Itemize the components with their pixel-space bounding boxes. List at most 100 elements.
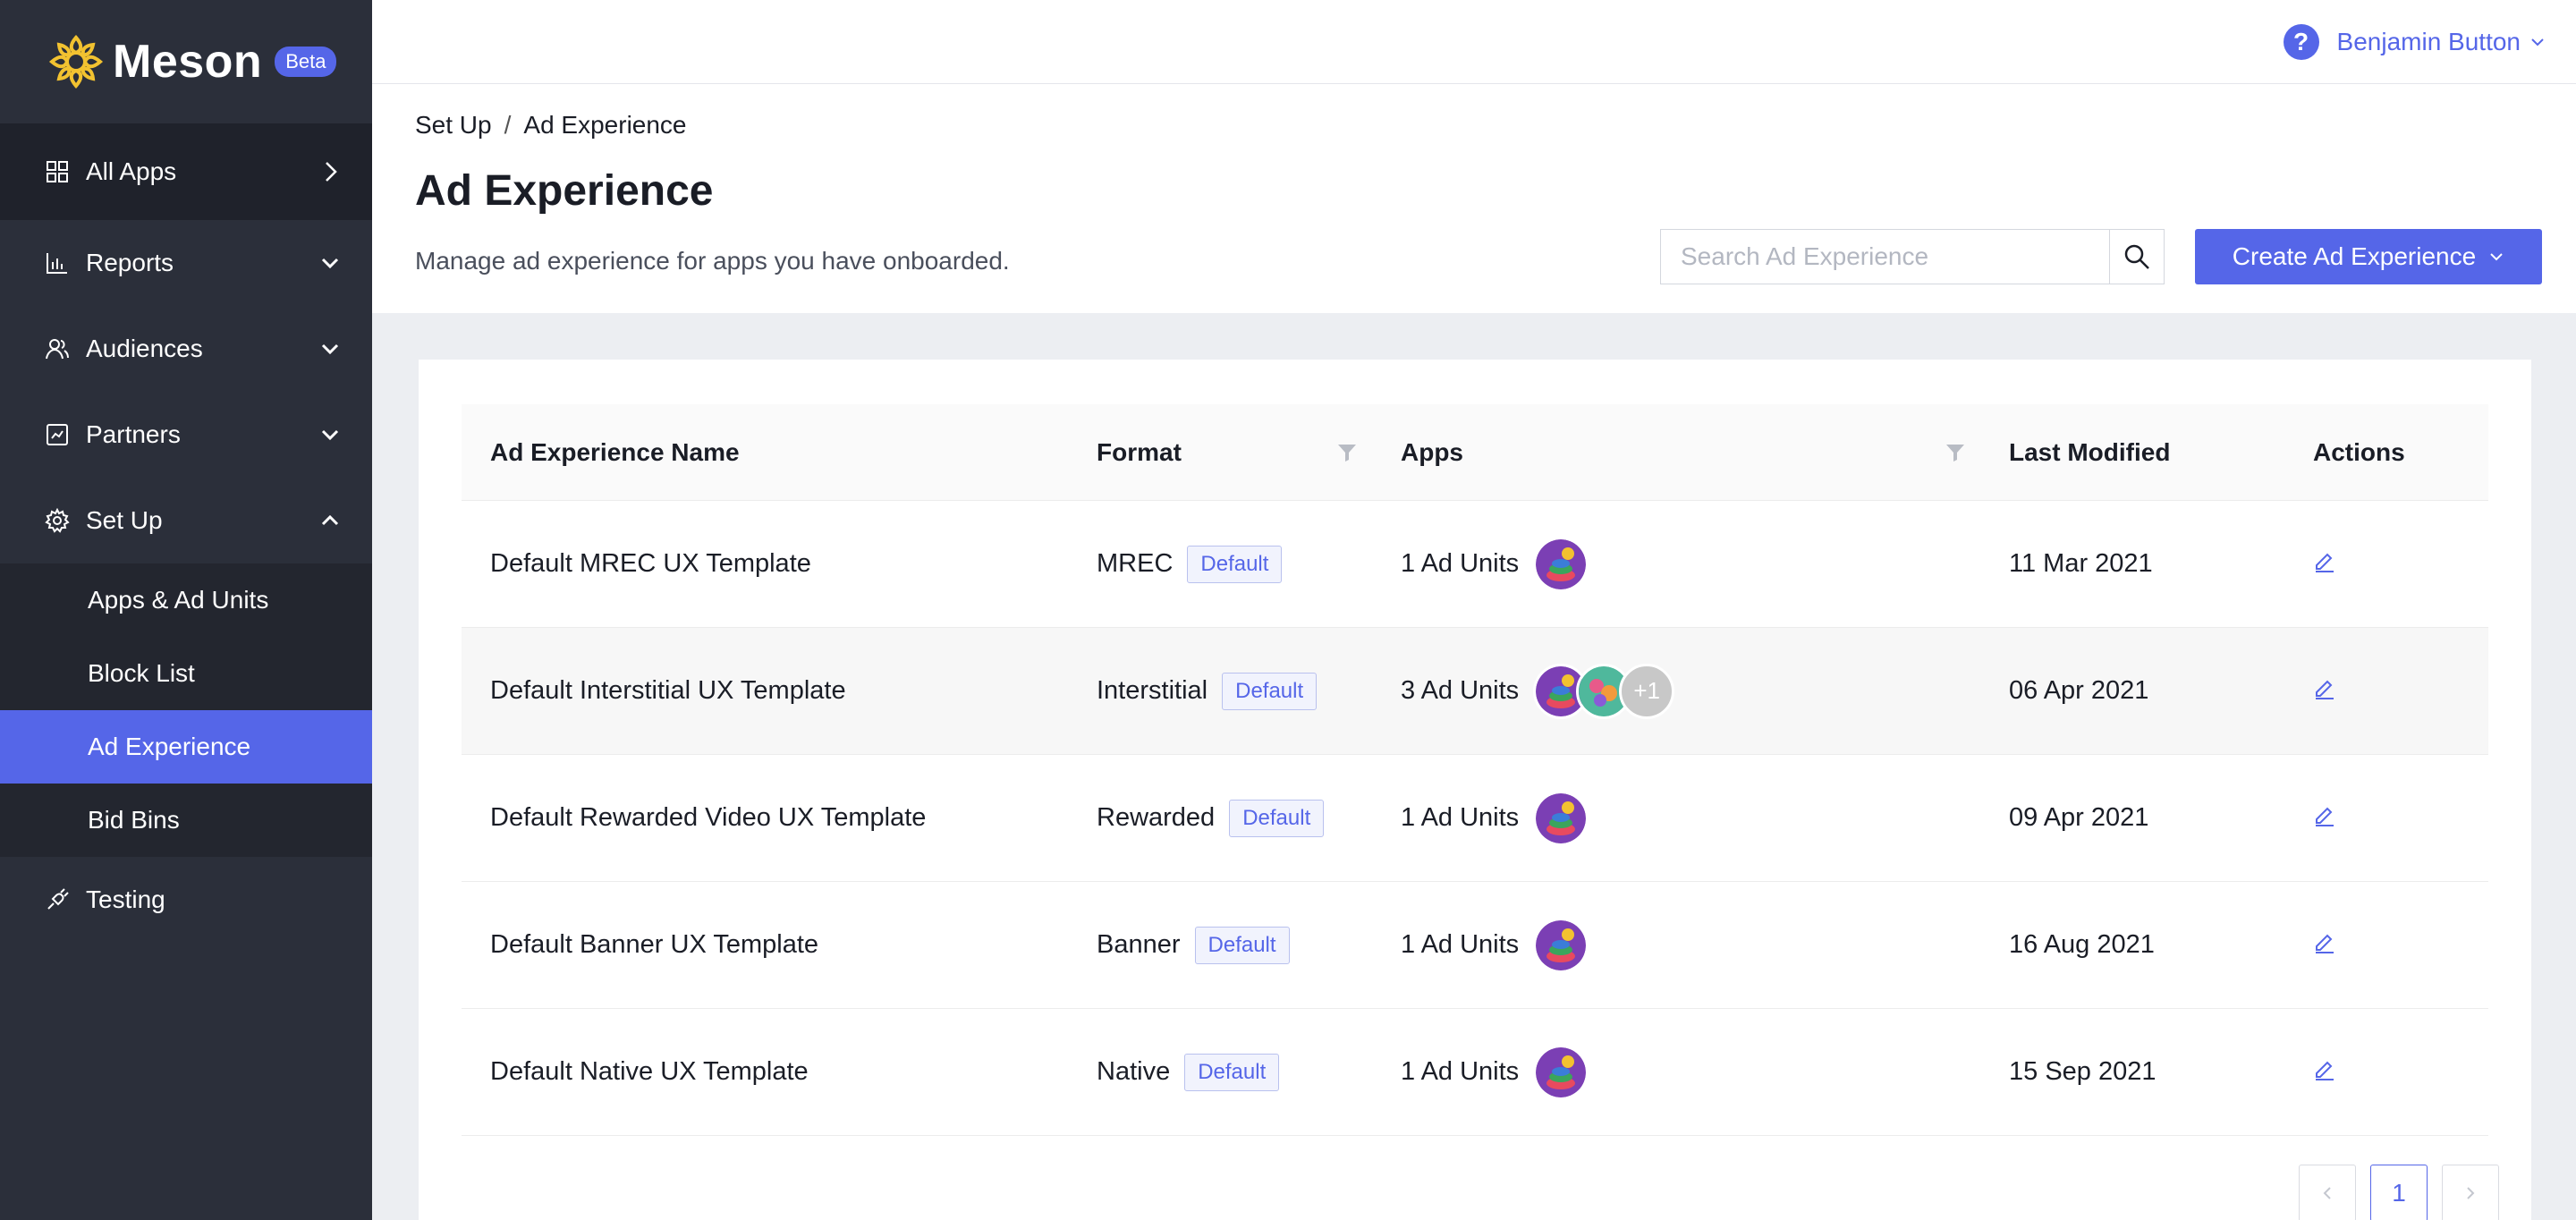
row-apps-cell: 1 Ad Units [1401,1044,1589,1100]
sidebar-item-testing[interactable]: Testing [0,857,372,943]
edit-icon[interactable] [2313,803,2336,826]
row-format: MREC [1097,549,1174,578]
row-apps-cell: 1 Ad Units [1401,917,1589,973]
sidebar-item-bid-bins[interactable]: Bid Bins [0,784,372,857]
row-format: Banner [1097,930,1181,959]
default-tag: Default [1229,799,1325,837]
app-avatar[interactable] [1533,790,1589,846]
row-actions [2313,676,2336,707]
brand-name: Meson [113,36,263,88]
table-row: Default Interstitial UX Template Interst… [462,628,2488,755]
users-icon [45,336,70,361]
more-apps-badge[interactable]: +1 [1619,663,1675,719]
sidebar-item-label: Set Up [86,506,163,534]
row-apps-cell: 3 Ad Units +1 [1401,663,1675,719]
filter-icon[interactable] [1945,442,1966,463]
bar-chart-icon [45,250,70,275]
app-avatar[interactable] [1533,536,1589,592]
col-header-format: Format [1097,437,1182,466]
row-apps-cell: 1 Ad Units [1401,790,1589,846]
search-icon [2124,244,2149,269]
ad-experience-table: Ad Experience Name Format Apps Last Modi… [462,404,2488,1136]
brand-logo[interactable]: Meson Beta [0,0,372,123]
beta-badge: Beta [275,47,337,77]
default-tag: Default [1184,1053,1280,1091]
sidebar-item-label: Audiences [86,335,203,362]
sidebar-item-apps-ad-units[interactable]: Apps & Ad Units [0,563,372,637]
row-actions [2313,803,2336,834]
help-icon[interactable]: ? [2283,23,2319,60]
row-format-cell: Native Default [1097,1053,1280,1091]
app-avatar[interactable] [1533,917,1589,973]
col-header-actions: Actions [2313,437,2405,466]
user-menu[interactable]: Benjamin Button [2337,28,2546,56]
row-format-cell: Rewarded Default [1097,799,1325,837]
row-last-modified: 09 Apr 2021 [2009,803,2149,832]
row-actions [2313,930,2336,961]
sidebar-item-label: Testing [86,885,165,913]
chevron-right-icon [326,162,337,182]
plug-icon [45,887,70,912]
breadcrumb-parent[interactable]: Set Up [415,111,492,139]
create-ad-experience-button[interactable]: Create Ad Experience [2195,229,2542,284]
table-header: Ad Experience Name Format Apps Last Modi… [462,404,2488,501]
sidebar-item-ad-experience[interactable]: Ad Experience [0,710,372,784]
row-last-modified: 16 Aug 2021 [2009,930,2155,959]
sidebar-item-all-apps[interactable]: All Apps [0,123,372,220]
row-last-modified: 15 Sep 2021 [2009,1057,2157,1086]
table-row: Default MREC UX Template MREC Default 1 A… [462,501,2488,628]
app-avatars [1533,1044,1589,1100]
default-tag: Default [1187,545,1283,583]
breadcrumb-separator: / [504,111,512,139]
chevron-down-icon [321,429,339,441]
table-row: Default Native UX Template Native Default… [462,1009,2488,1136]
app-avatars [1533,790,1589,846]
row-apps: 3 Ad Units [1401,676,1520,705]
edit-icon[interactable] [2313,676,2336,699]
row-apps: 1 Ad Units [1401,930,1520,959]
app-avatars [1533,536,1589,592]
chevron-left-icon [2323,1187,2331,1199]
page-number-button[interactable]: 1 [2370,1165,2428,1220]
prev-page-button[interactable] [2299,1165,2356,1220]
user-name: Benjamin Button [2336,27,2521,55]
grid-icon [45,159,70,184]
col-header-apps: Apps [1401,437,1463,466]
sidebar-item-audiences[interactable]: Audiences [0,306,372,392]
row-last-modified: 11 Mar 2021 [2009,549,2153,578]
chevron-down-icon [321,343,339,355]
row-format: Interstitial [1097,676,1208,705]
sidebar-item-set-up[interactable]: Set Up [0,478,372,563]
edit-icon[interactable] [2313,930,2336,953]
edit-icon[interactable] [2313,549,2336,572]
sidebar-item-reports[interactable]: Reports [0,220,372,306]
row-apps: 1 Ad Units [1401,549,1520,578]
row-format: Native [1097,1057,1171,1086]
chevron-down-icon [2531,38,2544,46]
create-button-label: Create Ad Experience [2232,242,2477,270]
filter-icon[interactable] [1336,442,1358,463]
app-avatars: +1 [1533,663,1675,719]
breadcrumb-current: Ad Experience [523,111,687,139]
page-subtitle: Manage ad experience for apps you have o… [415,247,1010,275]
table-row: Default Banner UX Template Banner Default… [462,882,2488,1009]
default-tag: Default [1194,926,1290,964]
edit-icon[interactable] [2313,1057,2336,1080]
search-button[interactable] [2109,229,2165,284]
meson-logo-icon [48,34,104,89]
next-page-button[interactable] [2442,1165,2499,1220]
sidebar-item-partners[interactable]: Partners [0,392,372,478]
app-avatar[interactable] [1533,1044,1589,1100]
row-apps-cell: 1 Ad Units [1401,536,1589,592]
sidebar-item-block-list[interactable]: Block List [0,637,372,710]
sidebar-item-label: Reports [86,249,174,276]
top-bar: ? Benjamin Button [372,0,2576,84]
page-title: Ad Experience [415,167,714,215]
row-name: Default Rewarded Video UX Template [490,803,927,832]
search-input[interactable] [1660,229,2109,284]
row-format-cell: Banner Default [1097,926,1290,964]
app-avatars [1533,917,1589,973]
col-header-name: Ad Experience Name [490,437,740,466]
col-header-last-modified: Last Modified [2009,437,2171,466]
chevron-up-icon [321,514,339,526]
